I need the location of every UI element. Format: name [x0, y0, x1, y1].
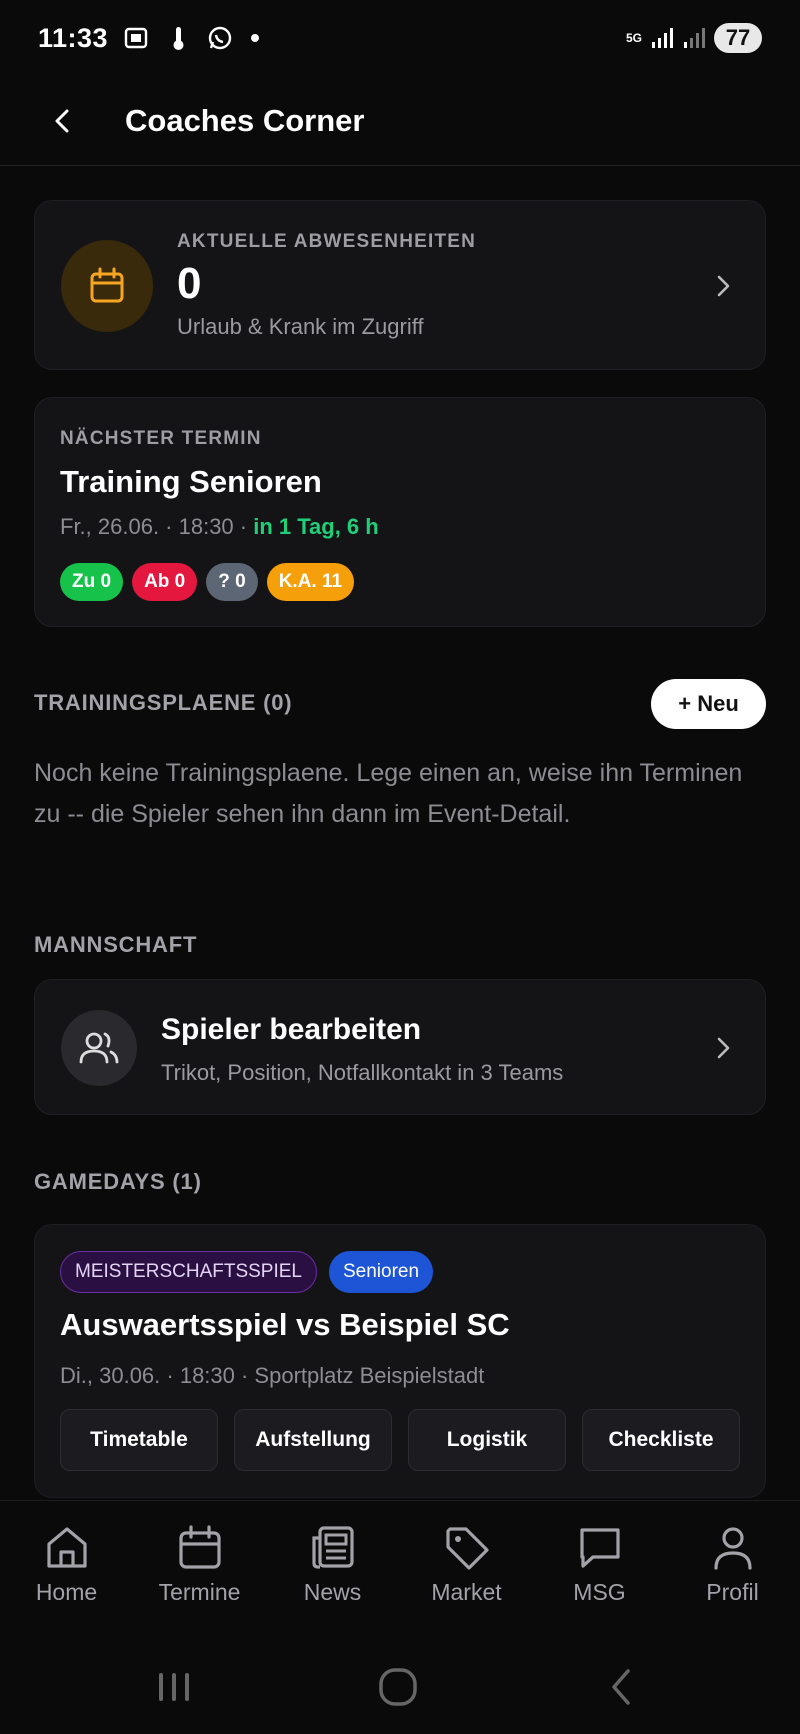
timetable-button[interactable]: Timetable	[60, 1409, 218, 1471]
home-system-button[interactable]	[373, 1662, 423, 1712]
edit-players-title: Spieler bearbeiten	[161, 1013, 422, 1046]
absence-icon-badge	[61, 240, 153, 332]
badge-declined: Ab 0	[132, 563, 198, 601]
thermometer-icon	[173, 27, 184, 50]
absences-count: 0	[177, 259, 202, 308]
calendar-icon	[90, 267, 124, 303]
nav-msg-label: MSG	[573, 1579, 626, 1605]
nav-market[interactable]: Market	[400, 1523, 533, 1606]
signal-roaming-icon	[684, 28, 705, 48]
edit-players-subtitle: Trikot, Position, Notfallkontakt in 3 Te…	[161, 1060, 564, 1085]
nav-market-label: Market	[431, 1579, 502, 1605]
signal-icon	[652, 28, 673, 48]
absences-card[interactable]: AKTUELLE ABWESENHEITEN 0 Urlaub & Krank …	[34, 200, 766, 370]
chevron-right-icon	[717, 275, 730, 297]
nav-news-label: News	[303, 1579, 362, 1605]
back-icon	[612, 1669, 630, 1705]
next-event-card[interactable]: NÄCHSTER TERMIN Training Senioren Fr., 2…	[34, 397, 766, 627]
gameday-actions: Timetable Aufstellung Logistik Checklist…	[60, 1409, 740, 1471]
next-event-meta: Fr., 26.06. · 18:30 · in 1 Tag, 6 h	[60, 514, 379, 540]
badge-unknown: ? 0	[206, 563, 258, 601]
battery-indicator: 77	[714, 23, 762, 53]
nav-profil[interactable]: Profil	[666, 1523, 799, 1606]
gameday-card[interactable]: MEISTERSCHAFTSSPIEL Senioren Auswaertssp…	[34, 1224, 766, 1498]
status-time: 11:33	[38, 22, 109, 53]
network-type: 5G	[625, 30, 642, 45]
message-icon	[579, 1528, 620, 1568]
users-icon-badge	[61, 1010, 137, 1086]
nav-home[interactable]: Home	[0, 1523, 133, 1606]
nav-termine-label: Termine	[158, 1579, 241, 1605]
home-icon	[46, 1527, 87, 1568]
gameday-tags: MEISTERSCHAFTSSPIEL Senioren	[60, 1251, 434, 1293]
new-training-plan-button[interactable]: + Neu	[651, 679, 766, 729]
training-plans-heading: TRAININGSPLAENE (0)	[34, 690, 293, 715]
status-system-icons: 5G 77	[626, 23, 762, 53]
chevron-left-icon	[55, 109, 69, 132]
system-navigation-bar	[0, 1640, 800, 1734]
home-circle-icon	[379, 1668, 417, 1706]
absences-subtitle: Urlaub & Krank im Zugriff	[177, 314, 424, 339]
app-header: Coaches Corner	[0, 76, 800, 166]
nav-termine[interactable]: Termine	[133, 1523, 266, 1606]
users-icon	[79, 1032, 119, 1064]
chevron-right-icon	[717, 1037, 730, 1059]
gameday-meta: Di., 30.06. · 18:30 · Sportplatz Beispie…	[60, 1363, 485, 1388]
gameday-title: Auswaertsspiel vs Beispiel SC	[60, 1307, 510, 1342]
nav-profil-label: Profil	[706, 1579, 759, 1605]
absences-label: AKTUELLE ABWESENHEITEN	[177, 231, 477, 252]
lineup-button[interactable]: Aufstellung	[234, 1409, 392, 1471]
team-tag: Senioren	[329, 1251, 434, 1293]
status-bar: 11:33 5G 77	[0, 0, 800, 76]
newspaper-icon	[311, 1526, 354, 1569]
user-icon	[713, 1527, 752, 1570]
gamedays-heading: GAMEDAYS (1)	[34, 1169, 202, 1194]
training-plans-empty-text: Noch keine Trainingsplaene. Lege einen a…	[34, 759, 743, 828]
recent-apps-button[interactable]	[149, 1662, 199, 1712]
screenshot-icon	[124, 27, 148, 49]
nav-news[interactable]: News	[266, 1523, 399, 1606]
team-heading: MANNSCHAFT	[34, 932, 198, 957]
next-event-countdown: in 1 Tag, 6 h	[253, 514, 379, 539]
nav-msg[interactable]: MSG	[533, 1523, 666, 1606]
edit-players-card[interactable]: Spieler bearbeiten Trikot, Position, Not…	[34, 979, 766, 1115]
logistics-button[interactable]: Logistik	[408, 1409, 566, 1471]
nav-home-label: Home	[35, 1579, 98, 1605]
attendance-badges: Zu 0 Ab 0 ? 0 K.A. 11	[60, 563, 355, 601]
next-event-label: NÄCHSTER TERMIN	[60, 428, 262, 449]
match-type-tag: MEISTERSCHAFTSSPIEL	[60, 1251, 317, 1293]
back-system-button[interactable]	[597, 1662, 647, 1712]
recents-icon	[159, 1673, 189, 1701]
bottom-navigation: Home Termine News Market MSG Profil	[0, 1500, 800, 1640]
next-event-datetime: Fr., 26.06. · 18:30 ·	[60, 514, 254, 539]
status-notification-icons	[122, 24, 262, 52]
badge-accepted: Zu 0	[60, 563, 124, 601]
back-button[interactable]	[33, 91, 93, 151]
badge-no-answer: K.A. 11	[266, 563, 355, 601]
next-event-title: Training Senioren	[60, 464, 322, 499]
whatsapp-icon	[208, 26, 232, 50]
checklist-button[interactable]: Checkliste	[582, 1409, 740, 1471]
tag-icon	[445, 1527, 489, 1570]
dot-icon	[251, 34, 260, 42]
calendar-icon	[178, 1525, 221, 1569]
page-title: Coaches Corner	[125, 102, 365, 138]
